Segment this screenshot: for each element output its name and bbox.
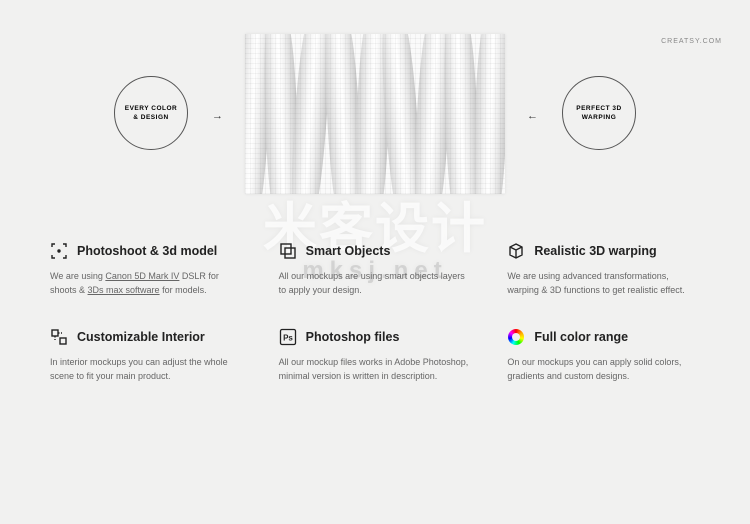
feature-title: Realistic 3D warping: [534, 244, 656, 258]
cube-icon: [507, 242, 525, 260]
feature-title: Photoshop files: [306, 330, 400, 344]
every-color-label: EVERY COLOR & DESIGN: [125, 104, 177, 122]
feature-text: We are using Canon 5D Mark IV DSLR for s…: [50, 269, 243, 298]
photoshop-icon: Ps: [279, 328, 297, 346]
perfect-3d-label: PERFECT 3D WARPING: [576, 104, 621, 122]
feature-full-color-range: Full color range On our mockups you can …: [507, 328, 700, 384]
feature-title: Full color range: [534, 330, 628, 344]
feature-title: Smart Objects: [306, 244, 391, 258]
feature-text: All our mockup files works in Adobe Phot…: [279, 355, 472, 384]
feature-photoshoot: Photoshoot & 3d model We are using Canon…: [50, 242, 243, 298]
feature-3d-warping: Realistic 3D warping We are using advanc…: [507, 242, 700, 298]
feature-text: All our mockups are using smart objects …: [279, 269, 472, 298]
interior-icon: [50, 328, 68, 346]
features-grid: Photoshoot & 3d model We are using Canon…: [50, 242, 700, 384]
feature-text: On our mockups you can apply solid color…: [507, 355, 700, 384]
feature-title: Photoshoot & 3d model: [77, 244, 217, 258]
every-color-badge: EVERY COLOR & DESIGN: [114, 76, 188, 150]
arrow-left-icon: ←: [527, 110, 538, 122]
focus-icon: [50, 242, 68, 260]
hero-section: EVERY COLOR & DESIGN → ← PERFECT 3D WARP…: [0, 24, 750, 224]
color-range-icon: [507, 328, 525, 346]
feature-title: Customizable Interior: [77, 330, 205, 344]
feature-photoshop-files: Ps Photoshop files All our mockup files …: [279, 328, 472, 384]
feature-text: We are using advanced transformations, w…: [507, 269, 700, 298]
fabric-mockup-image: [245, 34, 505, 194]
smart-objects-icon: [279, 242, 297, 260]
svg-text:Ps: Ps: [283, 333, 293, 342]
feature-smart-objects: Smart Objects All our mockups are using …: [279, 242, 472, 298]
feature-customizable-interior: Customizable Interior In interior mockup…: [50, 328, 243, 384]
arrow-right-icon: →: [212, 110, 223, 122]
feature-text: In interior mockups you can adjust the w…: [50, 355, 243, 384]
perfect-3d-badge: PERFECT 3D WARPING: [562, 76, 636, 150]
